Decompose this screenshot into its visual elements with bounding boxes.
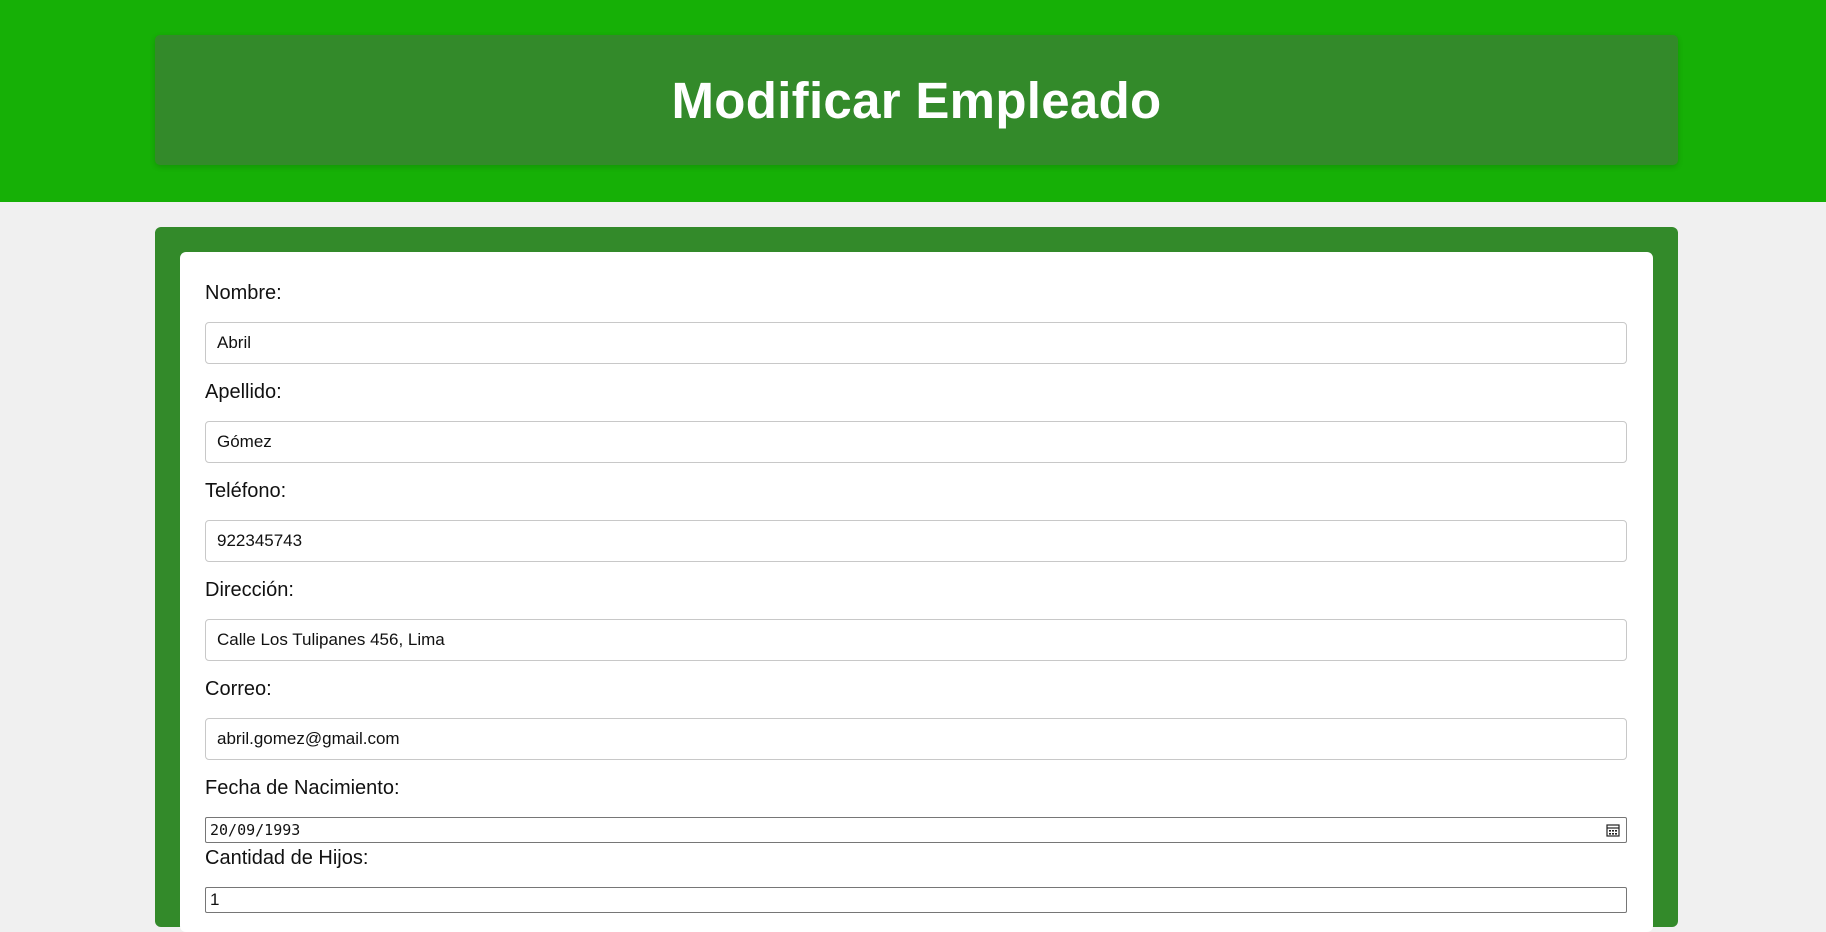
telefono-label: Teléfono:: [205, 480, 287, 502]
correo-label: Correo:: [205, 678, 272, 700]
direccion-input[interactable]: [205, 619, 1627, 661]
page-title: Modificar Empleado: [671, 71, 1162, 129]
fecha-nacimiento-label: Fecha de Nacimiento:: [205, 777, 400, 799]
apellido-input[interactable]: [205, 421, 1627, 463]
correo-input[interactable]: [205, 718, 1627, 760]
nombre-label: Nombre:: [205, 282, 282, 304]
telefono-input[interactable]: [205, 520, 1627, 562]
header-card: Modificar Empleado: [155, 35, 1678, 165]
calendar-icon[interactable]: [1606, 823, 1620, 837]
apellido-label: Apellido:: [205, 381, 282, 403]
fecha-nacimiento-value: 20/09/1993: [210, 821, 301, 839]
fecha-nacimiento-input[interactable]: 20/09/1993: [205, 817, 1627, 843]
nombre-input[interactable]: [205, 322, 1627, 364]
direccion-label: Dirección:: [205, 579, 294, 601]
cantidad-hijos-value: 1: [210, 890, 220, 909]
cantidad-hijos-label: Cantidad de Hijos:: [205, 847, 369, 869]
cantidad-hijos-input[interactable]: 1: [205, 887, 1627, 913]
